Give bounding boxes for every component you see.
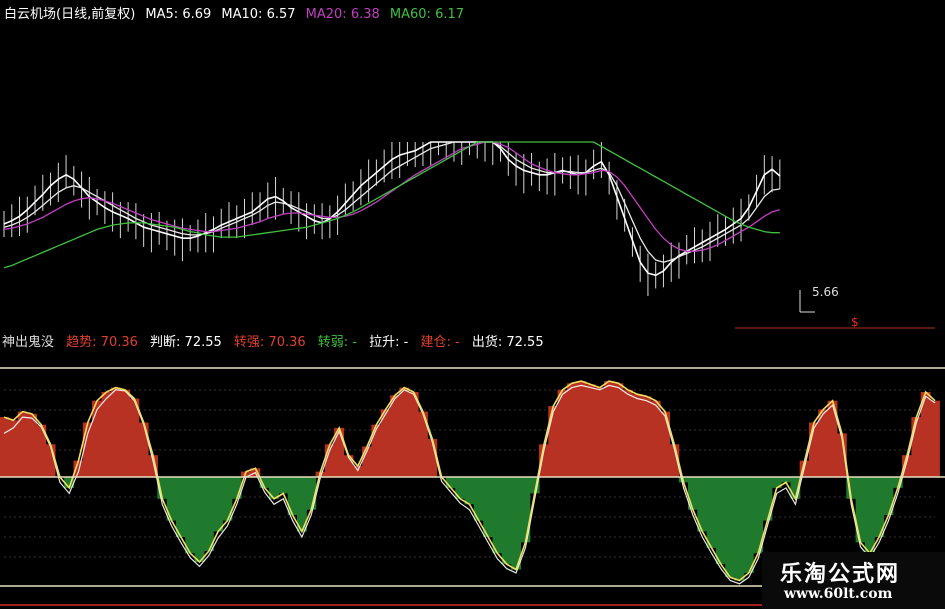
trend-bar bbox=[622, 389, 633, 477]
trend-bar bbox=[213, 477, 224, 532]
trend-bar bbox=[585, 384, 596, 477]
trend-bar bbox=[734, 477, 745, 581]
trend-bar bbox=[613, 383, 624, 477]
indicator-name: 神出鬼没 bbox=[2, 335, 55, 350]
trend-bar bbox=[138, 422, 149, 477]
trend-bar bbox=[576, 381, 587, 477]
trend-bar bbox=[399, 387, 410, 477]
trend-value: 趋势: 70.36 bbox=[66, 335, 138, 350]
low-price-label: 5.66 bbox=[812, 285, 839, 299]
watermark-title: 乐淘公式网 bbox=[780, 562, 901, 587]
trend-bar bbox=[501, 477, 512, 565]
trend-bar bbox=[492, 477, 503, 554]
indicator-header: 神出鬼没 趋势: 70.36 判断: 72.55 转强: 70.36 转弱: -… bbox=[2, 331, 552, 350]
trend-bar bbox=[483, 477, 494, 537]
price-panel bbox=[0, 0, 935, 329]
watermark-url: www.60lt.com bbox=[784, 586, 893, 602]
chart-header: 白云机场(日线,前复权) MA5: 6.69 MA10: 6.57 MA20: … bbox=[4, 3, 470, 22]
trend-bar bbox=[743, 477, 754, 573]
trend-bar bbox=[194, 477, 205, 562]
stock-title: 白云机场(日线,前复权) bbox=[4, 7, 136, 22]
trend-bar bbox=[0, 417, 9, 477]
ma20-label: MA20: 6.38 bbox=[305, 7, 380, 22]
ma5-label: MA5: 6.69 bbox=[145, 7, 212, 22]
turn-weak-value: 转弱: - bbox=[317, 335, 357, 350]
trend-bar bbox=[511, 477, 521, 570]
trend-bar bbox=[27, 413, 37, 477]
pull-up-value: 拉升: - bbox=[369, 335, 409, 350]
build-position-value: 建仓: - bbox=[420, 335, 460, 350]
trend-bar bbox=[390, 395, 400, 478]
trend-bar bbox=[287, 477, 298, 516]
trend-bar bbox=[278, 477, 289, 494]
trend-bar bbox=[175, 477, 186, 537]
trend-bar bbox=[548, 406, 559, 477]
trend-bar bbox=[725, 477, 736, 578]
trend-bar bbox=[650, 400, 661, 477]
trend-bar bbox=[8, 420, 19, 477]
watermark: 乐淘公式网 www.60lt.com bbox=[762, 552, 945, 609]
trend-bar bbox=[185, 477, 196, 554]
trend-bar bbox=[930, 400, 940, 477]
trend-bar bbox=[632, 394, 642, 477]
trend-bar bbox=[110, 387, 121, 477]
ship-out-value: 出货: 72.55 bbox=[471, 335, 544, 350]
trend-bar bbox=[864, 477, 875, 554]
trend-bar bbox=[809, 422, 819, 477]
chart-canvas bbox=[0, 0, 945, 606]
trend-bar bbox=[445, 477, 456, 488]
turn-strong-value: 转强: 70.36 bbox=[233, 335, 306, 350]
trend-bar bbox=[594, 387, 605, 477]
trend-bar bbox=[911, 417, 922, 477]
judge-value: 判断: 72.55 bbox=[150, 335, 222, 350]
trend-bar bbox=[92, 400, 102, 477]
trend-bar bbox=[352, 466, 363, 477]
trend-bar bbox=[203, 477, 214, 552]
trend-bar bbox=[604, 381, 615, 477]
ma60-label: MA60: 6.17 bbox=[389, 7, 465, 22]
ma10-label: MA10: 6.57 bbox=[221, 7, 296, 22]
trend-bar bbox=[464, 477, 475, 505]
signal-mark: $ bbox=[851, 315, 859, 329]
trend-bar bbox=[120, 389, 130, 477]
trend-bar bbox=[706, 477, 717, 548]
trend-bar bbox=[101, 392, 112, 477]
trend-bar bbox=[557, 389, 568, 477]
trend-bar bbox=[567, 383, 577, 477]
trend-bar bbox=[408, 392, 419, 477]
trend-bar bbox=[641, 396, 652, 477]
trend-bar bbox=[715, 477, 726, 565]
